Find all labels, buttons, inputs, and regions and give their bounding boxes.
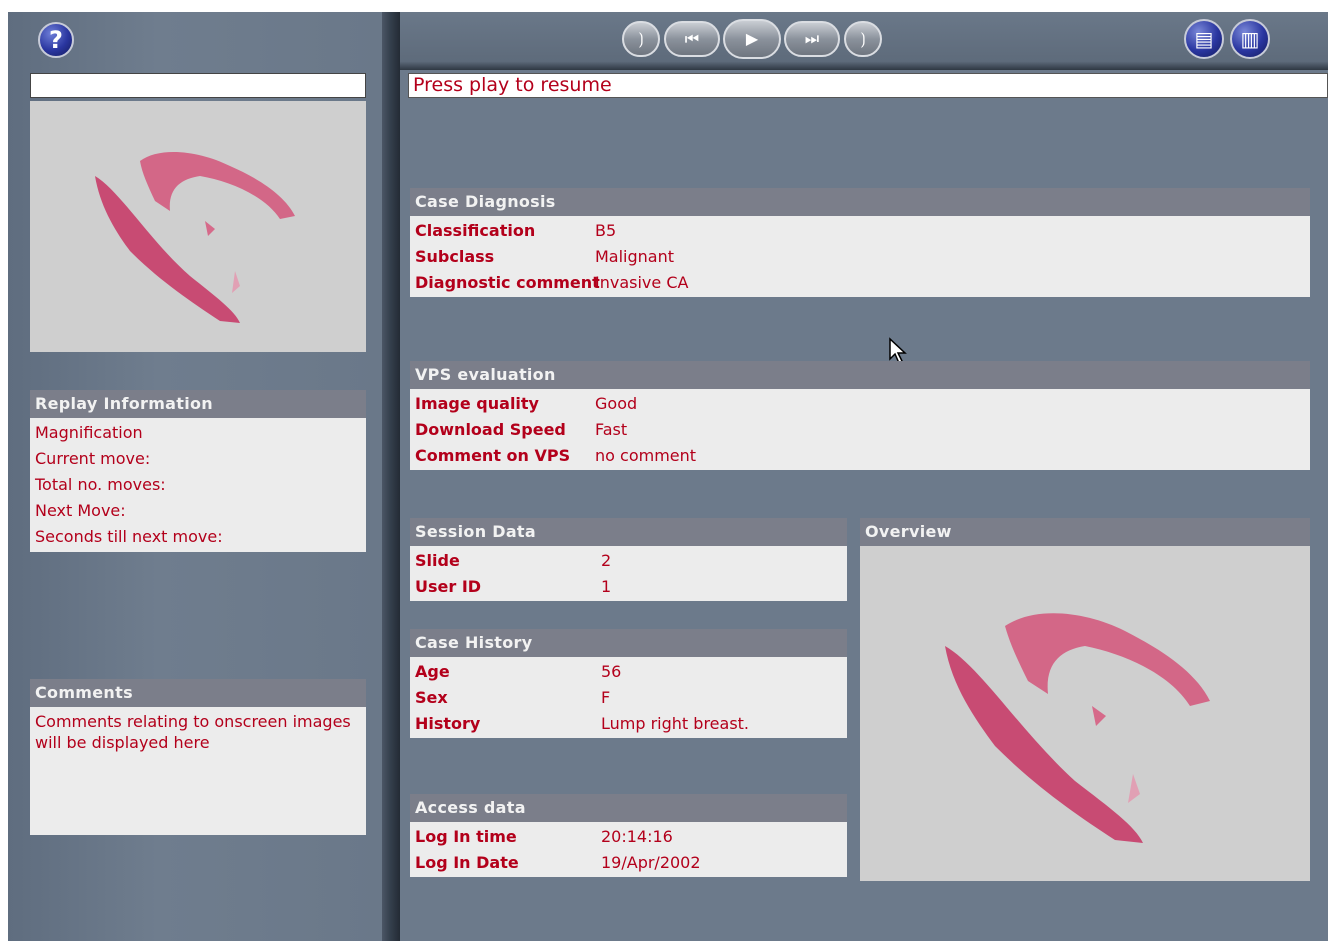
case-diagnosis-panel: Classification B5 Subclass Malignant Dia… xyxy=(410,216,1310,297)
age-value: 56 xyxy=(601,662,622,681)
rewind-icon: ⏮ xyxy=(684,29,700,48)
image-quality-value: Good xyxy=(595,394,638,413)
toolbar: ⟯ ⏮ ▶ ⏭ ⟯ ▤ ▥ xyxy=(400,12,1328,70)
help-icon[interactable]: ? xyxy=(38,22,74,58)
diagnostic-comment-row: Diagnostic comment xyxy=(415,270,600,296)
age-label: Age xyxy=(415,662,450,681)
subclass-value: Malignant xyxy=(595,247,675,266)
text-input[interactable] xyxy=(30,73,366,98)
user-id-value: 1 xyxy=(601,577,612,596)
classification-label: Classification xyxy=(415,221,536,240)
overview-tissue-image xyxy=(945,613,1210,843)
comments-text: Comments relating to onscreen images wil… xyxy=(35,712,351,752)
seconds-till-next-move-label: Seconds till next move: xyxy=(35,527,223,546)
tissue-image xyxy=(95,151,295,323)
classification-row: Classification xyxy=(415,218,535,244)
pane-divider[interactable] xyxy=(382,12,400,941)
session-data-panel: Slide 2 User ID 1 xyxy=(410,546,847,601)
documents-icon[interactable]: ▥ xyxy=(1230,19,1270,59)
access-data-header: Access data xyxy=(410,794,847,822)
subclass-row: Subclass xyxy=(415,244,494,270)
subclass-label: Subclass xyxy=(415,247,495,266)
document-icon[interactable]: ▤ xyxy=(1184,19,1224,59)
skip-start-icon: ⟯ xyxy=(638,29,644,48)
image-quality-row: Image quality xyxy=(415,391,539,417)
total-moves-label: Total no. moves: xyxy=(35,475,166,494)
slide-thumbnail[interactable] xyxy=(30,101,366,352)
magnification-label: Magnification xyxy=(35,423,143,442)
image-quality-label: Image quality xyxy=(415,394,539,413)
session-data-header: Session Data xyxy=(410,518,847,546)
history-label: History xyxy=(415,714,481,733)
download-speed-label: Download Speed xyxy=(415,420,566,439)
history-value: Lump right breast. xyxy=(601,714,750,733)
overview-image[interactable] xyxy=(860,546,1310,881)
overview-header: Overview xyxy=(860,518,1310,546)
diagnostic-comment-label: Diagnostic comment xyxy=(415,273,600,292)
comment-on-vps-label: Comment on VPS xyxy=(415,446,571,465)
comments-panel: Comments relating to onscreen images wil… xyxy=(30,707,366,835)
forward-end-button[interactable]: ⟯ xyxy=(844,21,882,57)
comment-on-vps-row: Comment on VPS xyxy=(415,443,570,469)
replay-info-panel: Magnification Current move: Total no. mo… xyxy=(30,418,366,552)
log-in-time-value: 20:14:16 xyxy=(601,827,673,846)
log-in-time-row: Log In time xyxy=(415,824,517,850)
log-in-date-value: 19/Apr/2002 xyxy=(601,853,701,872)
comments-header: Comments xyxy=(30,679,366,707)
sex-row: Sex xyxy=(415,685,448,711)
classification-value: B5 xyxy=(595,221,617,240)
status-message: Press play to resume xyxy=(408,73,1328,98)
sex-label: Sex xyxy=(415,688,448,707)
next-move-label: Next Move: xyxy=(35,501,126,520)
vps-evaluation-panel: Image quality Good Download Speed Fast C… xyxy=(410,389,1310,470)
slide-label: Slide xyxy=(415,551,460,570)
download-speed-value: Fast xyxy=(595,420,628,439)
slide-row: Slide xyxy=(415,548,460,574)
case-history-header: Case History xyxy=(410,629,847,657)
age-row: Age xyxy=(415,659,450,685)
log-in-time-label: Log In time xyxy=(415,827,517,846)
log-in-date-label: Log In Date xyxy=(415,853,519,872)
download-speed-row: Download Speed xyxy=(415,417,566,443)
sex-value: F xyxy=(601,688,611,707)
case-history-panel: Age 56 Sex F History Lump right breast. xyxy=(410,657,847,738)
play-button[interactable]: ▶ xyxy=(723,19,781,59)
slide-value: 2 xyxy=(601,551,612,570)
history-row: History xyxy=(415,711,480,737)
comment-on-vps-value: no comment xyxy=(595,446,697,465)
diagnostic-comment-value: Invasive CA xyxy=(595,273,689,292)
skip-end-icon: ⟯ xyxy=(860,29,866,48)
fast-forward-icon: ⏭ xyxy=(804,29,820,48)
vps-evaluation-header: VPS evaluation xyxy=(410,361,1310,389)
case-diagnosis-header: Case Diagnosis xyxy=(410,188,1310,216)
rewind-button[interactable]: ⏮ xyxy=(664,21,720,57)
play-icon: ▶ xyxy=(745,29,759,48)
user-id-label: User ID xyxy=(415,577,482,596)
access-data-panel: Log In time 20:14:16 Log In Date 19/Apr/… xyxy=(410,822,847,877)
replay-info-header: Replay Information xyxy=(30,390,366,418)
rewind-start-button[interactable]: ⟯ xyxy=(622,21,660,57)
user-id-row: User ID xyxy=(415,574,481,600)
current-move-label: Current move: xyxy=(35,449,151,468)
log-in-date-row: Log In Date xyxy=(415,850,519,876)
fast-forward-button[interactable]: ⏭ xyxy=(784,21,840,57)
